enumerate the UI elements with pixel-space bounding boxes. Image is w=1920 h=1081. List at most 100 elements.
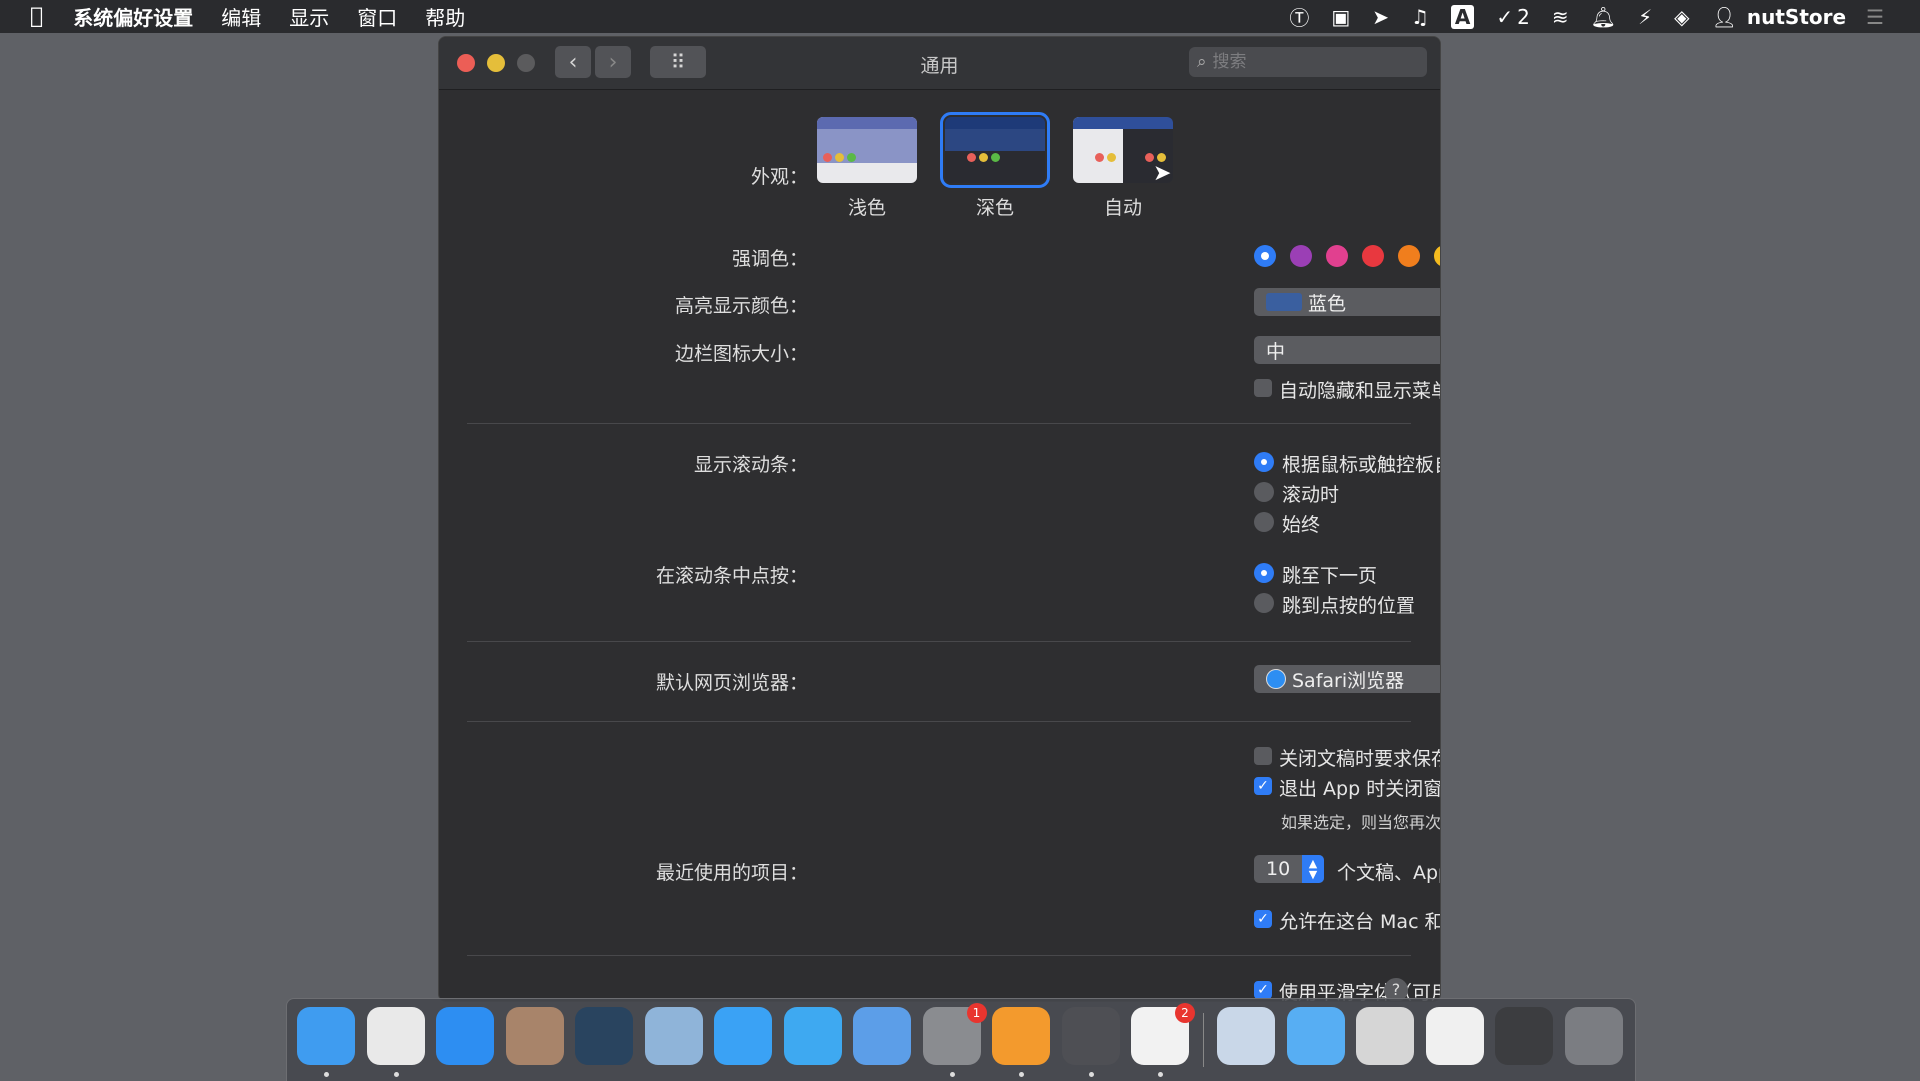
screenshot-stack-icon[interactable]: [1356, 1007, 1414, 1065]
highlight-color-label: 高亮显示颜色：: [674, 295, 808, 317]
apple-menu-icon[interactable]: : [30, 4, 43, 29]
ask-save-label: 关闭文稿时要求保存更改: [1279, 748, 1440, 770]
highlight-value: 蓝色: [1308, 292, 1347, 315]
toolbox-app-icon[interactable]: [992, 1007, 1050, 1065]
accent-color-label: 强调色：: [731, 248, 808, 270]
search-icon: ⌕: [1197, 52, 1207, 72]
accent-color-swatch[interactable]: [1290, 245, 1312, 267]
ask-save-checkbox[interactable]: [1254, 747, 1272, 765]
click-next-page-radio[interactable]: [1254, 563, 1274, 583]
click-next-page-label: 跳至下一页: [1282, 565, 1378, 587]
scrollbars-when-scrolling-radio[interactable]: [1254, 482, 1274, 502]
scrollbars-auto-radio[interactable]: [1254, 452, 1274, 472]
show-scrollbars-label: 显示滚动条：: [693, 454, 808, 476]
trash-icon[interactable]: [1564, 1007, 1623, 1065]
input-method-icon[interactable]: A: [1450, 4, 1475, 29]
close-windows-note: 如果选定，则当您再次打开 App 时就不会恢复已打开的文稿和窗口。: [1281, 813, 1441, 832]
recent-items-stepper[interactable]: 10 ▲ ▼: [1254, 855, 1324, 883]
scrollbars-always-radio[interactable]: [1254, 512, 1274, 532]
preferences-window: ‹ › ⠿ 通用 ⌕ 外观： 浅色 深色 自动 ➤ 强调色： 高亮显示颜色：: [438, 36, 1441, 1002]
click-jump-spot-label: 跳到点按的位置: [1282, 595, 1416, 617]
system-preferences-icon[interactable]: 1: [922, 1003, 987, 1065]
numbers-icon[interactable]: [783, 1007, 842, 1065]
thumb-dot: [1107, 153, 1116, 162]
highlight-swatch: [1266, 293, 1302, 311]
recent-items-value: 10: [1266, 858, 1291, 880]
auto-hide-menubar-checkbox[interactable]: [1254, 379, 1272, 397]
auto-hide-menubar-label: 自动隐藏和显示菜单栏: [1279, 380, 1440, 402]
messages-icon[interactable]: [714, 1007, 772, 1065]
sidebar-icon-size-popup[interactable]: 中 ▲▼: [1254, 336, 1440, 364]
media-stack-icon[interactable]: [1495, 1007, 1553, 1065]
status-area: Ⓣ ▣ ➤ ♫ A ✓ 2 ≋ 🔔︎ ⚡︎ ◈ 👤︎ nutStore ☰: [1267, 0, 1920, 33]
notification-icon[interactable]: 🔔︎: [1591, 5, 1616, 29]
search-field[interactable]: ⌕: [1189, 47, 1427, 77]
appearance-light-caption: 浅色: [847, 197, 886, 219]
appearance-auto-caption: 自动: [1103, 197, 1142, 219]
thumb-menubar: [1073, 117, 1173, 129]
thumb-dot: [823, 153, 832, 162]
menu-window[interactable]: 窗口: [357, 2, 397, 31]
airpods-icon[interactable]: ♫: [1411, 5, 1429, 29]
running-indicator: [1019, 1072, 1024, 1077]
highlight-color-popup[interactable]: 蓝色 ▲▼: [1254, 288, 1440, 316]
video-app-icon[interactable]: [1061, 1007, 1120, 1065]
thumb-dot: [967, 153, 976, 162]
scrollbars-auto-label: 根据鼠标或触控板自动显示: [1282, 454, 1440, 476]
finder-icon[interactable]: [297, 1007, 355, 1065]
screen-record-icon[interactable]: ▣: [1331, 5, 1350, 29]
thumb-dot: [1095, 153, 1104, 162]
safari-icon[interactable]: [436, 1007, 494, 1065]
menu-help[interactable]: 帮助: [425, 2, 465, 31]
appearance-light-thumb[interactable]: [817, 117, 917, 183]
scrollbars-when-scrolling-label: 滚动时: [1282, 484, 1340, 506]
search-input[interactable]: [1210, 51, 1405, 73]
user-icon[interactable]: 👤︎: [1712, 5, 1737, 29]
tasks-app-icon[interactable]: 2: [1131, 1003, 1195, 1065]
accent-color-swatch[interactable]: [1362, 245, 1384, 267]
default-browser-popup[interactable]: Safari浏览器 ▲▼: [1254, 665, 1440, 693]
app-status-icon[interactable]: ◈: [1674, 5, 1689, 29]
typora-icon[interactable]: Ⓣ: [1289, 2, 1309, 31]
dock-badge: 1: [966, 1003, 987, 1023]
thumb-dot: [991, 153, 1000, 162]
user-name[interactable]: nutStore: [1747, 5, 1846, 29]
sidebar-icon-size-value: 中: [1266, 340, 1286, 363]
send-icon[interactable]: ➤: [1372, 5, 1389, 29]
preview-icon[interactable]: [644, 1007, 703, 1065]
accent-color-swatch[interactable]: [1326, 245, 1348, 267]
notification-center-icon[interactable]: ☰: [1866, 5, 1884, 29]
close-windows-checkbox[interactable]: ✓: [1254, 777, 1272, 795]
stepper-arrows-icon[interactable]: ▲ ▼: [1302, 855, 1324, 883]
running-indicator: [1088, 1072, 1094, 1077]
title-bar: ‹ › ⠿ 通用 ⌕: [439, 37, 1440, 90]
screen-app-icon[interactable]: [575, 1007, 633, 1065]
app-menu[interactable]: 系统偏好设置: [73, 2, 193, 31]
calculator-icon[interactable]: [505, 1007, 564, 1065]
wifi-icon[interactable]: ≋: [1552, 5, 1569, 29]
chrome-icon[interactable]: [366, 1007, 425, 1065]
running-indicator: [1158, 1072, 1163, 1077]
handoff-checkbox[interactable]: ✓: [1254, 910, 1272, 928]
downloads-folder-icon[interactable]: [1217, 1007, 1275, 1065]
appearance-label: 外观：: [750, 166, 808, 188]
dock-separator: [1203, 1013, 1204, 1067]
font-smoothing-checkbox[interactable]: ✓: [1254, 981, 1272, 999]
menu-edit[interactable]: 编辑: [221, 2, 261, 31]
click-jump-spot-radio[interactable]: [1254, 593, 1274, 613]
thumb-menubar: [817, 117, 917, 129]
running-indicator: [324, 1072, 329, 1077]
document-stack-icon[interactable]: [1425, 1007, 1484, 1065]
safari-icon: [1266, 669, 1286, 689]
task-check-icon[interactable]: ✓: [1496, 5, 1513, 29]
accent-color-swatch[interactable]: [1254, 245, 1276, 267]
power-icon[interactable]: ⚡︎: [1638, 5, 1652, 29]
mouse-cursor-icon: ➤: [1153, 161, 1172, 186]
appearance-dark-thumb[interactable]: [940, 112, 1050, 188]
keynote-icon[interactable]: [853, 1007, 911, 1065]
accent-color-swatch[interactable]: [1398, 245, 1420, 267]
thumb-dot: [979, 153, 988, 162]
accent-color-swatch[interactable]: [1434, 245, 1440, 267]
folder-icon[interactable]: [1286, 1007, 1345, 1065]
menu-view[interactable]: 显示: [289, 2, 329, 31]
